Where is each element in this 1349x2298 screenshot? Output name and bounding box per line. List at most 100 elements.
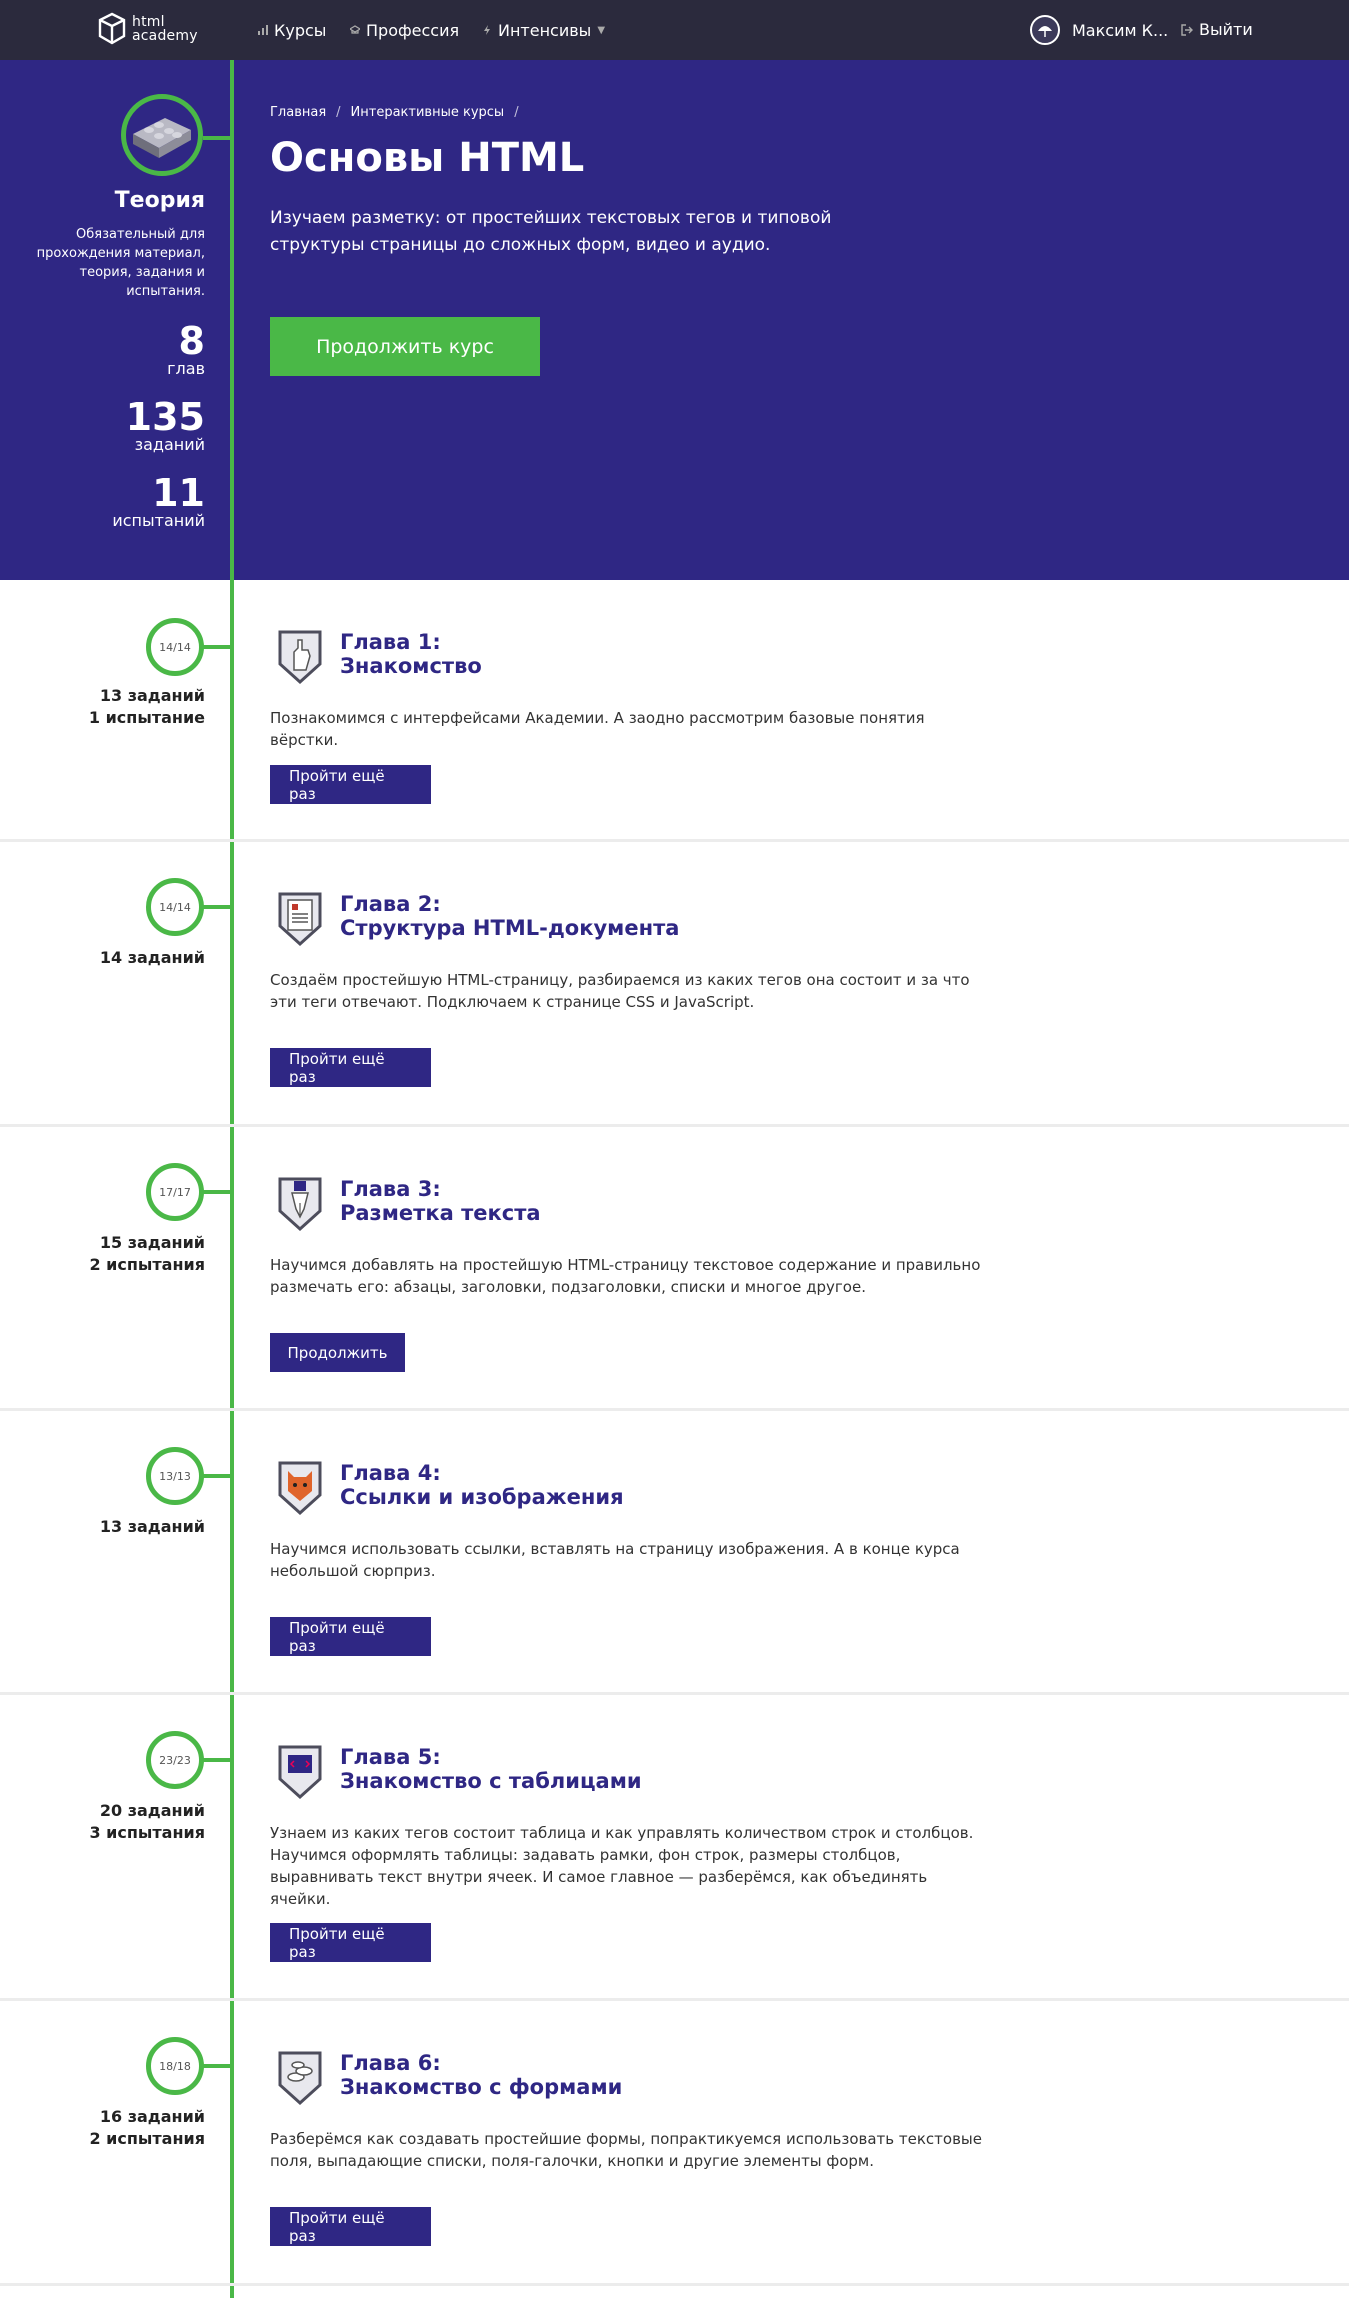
timeline-connector	[203, 1474, 231, 1478]
timeline-connector	[203, 1190, 231, 1194]
chapter-tasks-count: 13 заданий	[99, 1517, 205, 1536]
nav-intensives[interactable]: Интенсивы ▼	[482, 20, 605, 40]
chapter-progress-circle: 18/18	[146, 2037, 204, 2095]
hand-icon	[278, 630, 322, 685]
stat-tasks-label: заданий	[134, 435, 205, 454]
continue-chapter-button[interactable]: Продолжить	[270, 1333, 405, 1372]
chapter-tasks-count: 15 заданий	[99, 1233, 205, 1252]
chapter-name: Знакомство с таблицами	[340, 1769, 642, 1793]
avatar-icon	[1038, 26, 1052, 37]
chapter-name: Разметка текста	[340, 1201, 541, 1225]
user-menu[interactable]: Максим К...	[1030, 15, 1168, 45]
nav-courses[interactable]: Курсы	[258, 20, 326, 40]
chapter-stats: 20 заданий 3 испытания	[20, 1800, 205, 1844]
chapter-description: Научимся добавлять на простейшую HTML-ст…	[270, 1256, 981, 1296]
chapter-trials-count: 2 испытания	[89, 2129, 205, 2148]
chapter-number: Глава 6:	[340, 2051, 441, 2075]
chapter-stats: 15 заданий 2 испытания	[20, 1232, 205, 1276]
chapter-trials-count: 1 испытание	[88, 708, 205, 727]
stat-tasks: 135 заданий	[20, 398, 205, 454]
bars-icon	[258, 25, 268, 35]
chapter-title: Глава 3: Разметка текста	[340, 1177, 541, 1225]
chapter-stats: 13 заданий 1 испытание	[20, 685, 205, 729]
timeline-connector	[203, 2064, 231, 2068]
chapter-3: 17/17 15 заданий 2 испытания Глава 3: Ра…	[0, 1127, 1349, 1411]
chevron-down-icon: ▼	[597, 24, 606, 36]
chapter-title: Глава 6: Знакомство с формами	[340, 2051, 622, 2099]
breadcrumb-interactive-courses[interactable]: Интерактивные курсы	[351, 105, 505, 120]
retry-chapter-button[interactable]: Пройти ещё раз	[270, 1617, 431, 1656]
logo-text-line1: html	[132, 14, 165, 30]
theory-badge	[121, 94, 203, 176]
pen-nib-icon	[278, 1177, 322, 1232]
stat-chapters-number: 8	[178, 319, 205, 363]
breadcrumb-separator: /	[336, 105, 341, 120]
logo-text-line2: academy	[132, 28, 198, 44]
chapter-title: Глава 1: Знакомство	[340, 630, 482, 678]
top-navigation: html academy Курсы Профессия Интенсивы ▼…	[0, 0, 1349, 60]
chapter-title: Глава 2: Структура HTML-документа	[340, 892, 679, 940]
course-description: Изучаем разметку: от простейших текстовы…	[270, 208, 832, 255]
chapter-trials-count: 3 испытания	[89, 1823, 205, 1842]
chapter-stats: 16 заданий 2 испытания	[20, 2106, 205, 2150]
chapter-progress-circle: 13/13	[146, 1447, 204, 1505]
chapter-number: Глава 2:	[340, 892, 441, 916]
chapter-trials-count: 2 испытания	[89, 1255, 205, 1274]
chapter-progress-circle: 17/17	[146, 1163, 204, 1221]
chapter-stats: 14 заданий	[20, 947, 205, 969]
stat-trials: 11 испытаний	[20, 474, 205, 530]
lego-brick-icon	[133, 118, 191, 158]
breadcrumb: Главная / Интерактивные курсы /	[270, 105, 519, 120]
chapter-name: Знакомство	[340, 654, 482, 678]
chapter-description: Познакомимся с интерфейсами Академии. А …	[270, 709, 925, 749]
chapter-name: Ссылки и изображения	[340, 1485, 624, 1509]
logo[interactable]: html academy	[98, 12, 198, 46]
logout-icon	[1181, 23, 1193, 36]
chapter-title: Глава 4: Ссылки и изображения	[340, 1461, 624, 1509]
logout-button[interactable]: Выйти	[1181, 20, 1253, 39]
logout-label: Выйти	[1199, 20, 1253, 39]
chapter-progress-circle: 23/23	[146, 1731, 204, 1789]
nav-profession[interactable]: Профессия	[350, 20, 459, 40]
chapter-number: Глава 1:	[340, 630, 441, 654]
chapter-number: Глава 5:	[340, 1745, 441, 1769]
chapter-5: 23/23 20 заданий 3 испытания Глава 5: Зн…	[0, 1695, 1349, 2001]
chapter-4: 13/13 13 заданий Глава 4: Ссылки и изобр…	[0, 1411, 1349, 1695]
timeline-connector	[203, 645, 231, 649]
breadcrumb-home[interactable]: Главная	[270, 105, 326, 120]
avatar[interactable]	[1030, 15, 1060, 45]
timeline-connector	[203, 136, 231, 140]
logo-cube-icon	[98, 12, 126, 45]
chapter-name: Знакомство с формами	[340, 2075, 623, 2099]
chapter-6: 18/18 16 заданий 2 испытания Глава 6: Зн…	[0, 2001, 1349, 2286]
chapter-stats: 13 заданий	[20, 1516, 205, 1538]
stat-chapters-label: глав	[167, 359, 205, 378]
chapter-2: 14/14 14 заданий Глава 2: Структура HTML…	[0, 842, 1349, 1127]
nav-intensives-label: Интенсивы	[498, 20, 592, 40]
retry-chapter-button[interactable]: Пройти ещё раз	[270, 1048, 431, 1087]
continue-course-button[interactable]: Продолжить курс	[270, 317, 540, 376]
breadcrumb-separator: /	[514, 105, 519, 120]
coins-icon	[278, 2051, 322, 2106]
stat-tasks-number: 135	[125, 395, 205, 439]
chapter-progress-circle: 14/14	[146, 618, 204, 676]
chapter-tasks-count: 13 заданий	[99, 686, 205, 705]
stat-chapters: 8 глав	[20, 322, 205, 378]
lightning-icon	[484, 25, 490, 35]
retry-chapter-button[interactable]: Пройти ещё раз	[270, 1923, 431, 1962]
retry-chapter-button[interactable]: Пройти ещё раз	[270, 765, 431, 804]
code-screen-icon	[278, 1745, 322, 1800]
chapter-tasks-count: 20 заданий	[99, 1801, 205, 1820]
timeline-connector	[203, 905, 231, 909]
cap-icon	[350, 25, 360, 34]
nav-profession-label: Профессия	[366, 20, 460, 40]
retry-chapter-button[interactable]: Пройти ещё раз	[270, 2207, 431, 2246]
theory-title: Теория	[114, 188, 205, 213]
page-title: Основы HTML	[270, 135, 585, 181]
chapter-title: Глава 5: Знакомство с таблицами	[340, 1745, 642, 1793]
chapter-description: Разберёмся как создавать простейшие форм…	[270, 2130, 982, 2170]
chapter-progress-circle: 14/14	[146, 878, 204, 936]
chapter-description: Узнаем из каких тегов состоит таблица и …	[270, 1824, 974, 1908]
chapter-1: 14/14 13 заданий 1 испытание Глава 1: Зн…	[0, 580, 1349, 842]
stat-trials-number: 11	[152, 471, 205, 515]
